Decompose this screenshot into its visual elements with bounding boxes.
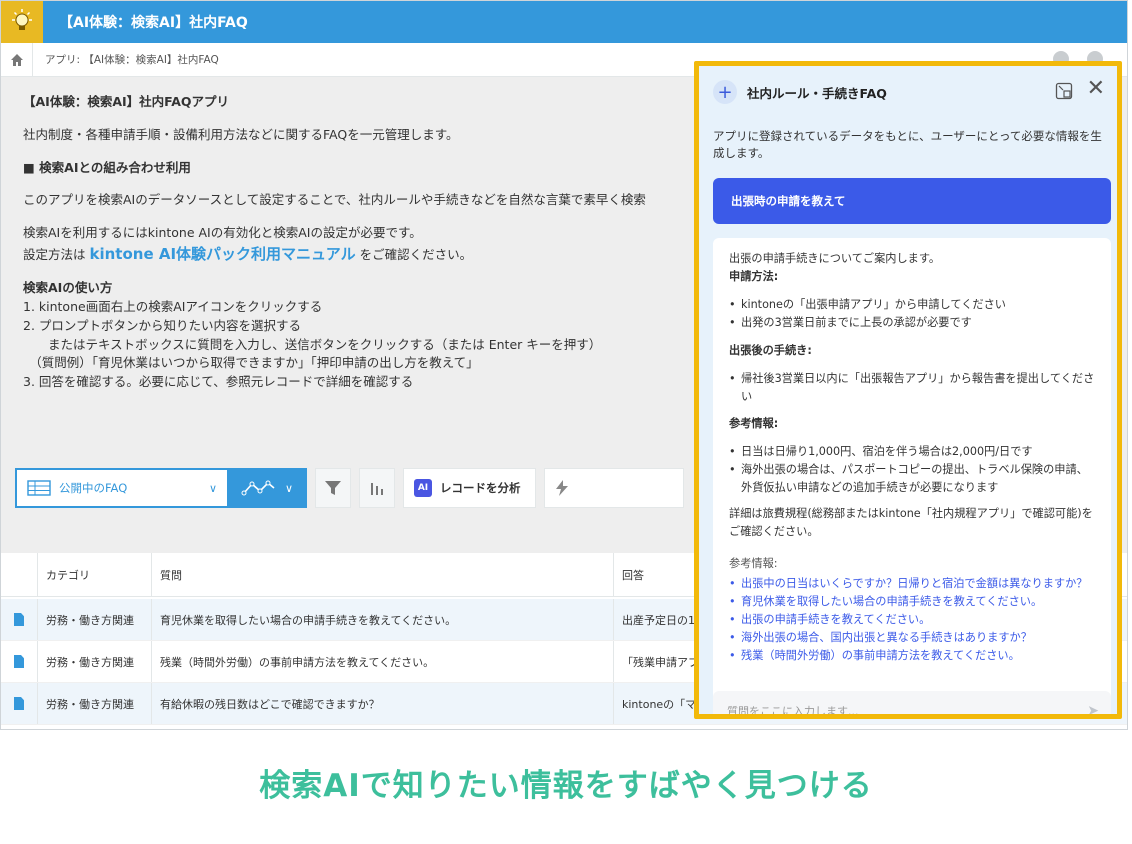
reference-link[interactable]: 出張の申請手続きを教えてください。: [729, 611, 1095, 629]
chat-header: + 社内ルール・手続きFAQ ✕: [699, 66, 1117, 118]
reference-list: 出張中の日当はいくらですか？日帰りと宿泊で金額は異なりますか？ 育児休業を取得し…: [729, 575, 1095, 665]
list-item: kintoneの「出張申請アプリ」から申請してください: [729, 296, 1095, 314]
filter-button[interactable]: [315, 468, 351, 508]
answer-lead: 出張の申請手続きについてご案内します。: [729, 252, 941, 265]
graph-button[interactable]: ∨: [227, 468, 307, 508]
record-detail-icon[interactable]: [14, 655, 24, 668]
analyze-records-button[interactable]: AI レコードを分析: [403, 468, 536, 508]
answer-heading: 出張後の手続き:: [729, 343, 812, 357]
table-view-icon: [27, 480, 51, 496]
list-toolbar: 公開中のFAQ ∨ ∨ AI レコードを分析: [15, 468, 684, 508]
analyze-records-label: レコードを分析: [440, 481, 521, 495]
reference-link[interactable]: 育児休業を取得したい場合の申請手続きを教えてください。: [729, 593, 1095, 611]
list-item: 出発の3営業日前までに上長の承認が必要です: [729, 314, 1095, 332]
chat-input[interactable]: 質問をここに入力します... ➤: [713, 691, 1111, 718]
bar-chart-icon: [371, 483, 383, 495]
cell-question: 残業（時間外労働）の事前申請方法を教えてください。: [151, 641, 613, 682]
user-message-bubble: 出張時の申請を教えて: [713, 178, 1111, 224]
chat-input-placeholder: 質問をここに入力します...: [727, 705, 859, 718]
column-header-category[interactable]: カテゴリ: [37, 553, 151, 596]
promo-caption: 検索AIで知りたい情報をすばやく見つける: [259, 768, 873, 804]
reference-heading: 参考情報:: [729, 556, 778, 570]
new-chat-plus-icon[interactable]: +: [713, 80, 737, 104]
usage-step: 1. kintone画面右上の検索AIアイコンをクリックする: [23, 299, 323, 314]
app-description: 【AI体験：検索AI】社内FAQアプリ 社内制度・各種申請手順・設備利用方法など…: [23, 93, 703, 392]
view-selector[interactable]: 公開中のFAQ ∨: [15, 468, 227, 508]
list-item: 帰社後3営業日以内に「出張報告アプリ」から報告書を提出してください: [729, 370, 1095, 406]
graph-icon: [241, 480, 275, 496]
title-bar: 【AI体験：検索AI】社内FAQ: [1, 1, 1127, 43]
description-summary: 社内制度・各種申請手順・設備利用方法などに関するFAQを一元管理します。: [23, 126, 459, 142]
send-icon[interactable]: ➤: [1087, 703, 1099, 714]
manual-line: 設定方法は kintone AI体験パック利用マニュアル をご確認ください。: [23, 243, 703, 266]
section-text: このアプリを検索AIのデータソースとして設定することで、社内ルールや手続きなどを…: [23, 192, 646, 208]
chevron-down-icon: ∨: [284, 481, 294, 495]
chat-title: 社内ルール・手続きFAQ: [747, 85, 887, 101]
cell-category: 労務・働き方関連: [37, 599, 151, 640]
column-header-question[interactable]: 質問: [151, 553, 613, 596]
kintone-app-window: 【AI体験：検索AI】社内FAQ アプリ: 【AI体験：検索AI】社内FAQ 【…: [0, 0, 1128, 730]
answer-list: kintoneの「出張申請アプリ」から申請してください 出発の3営業日前までに上…: [729, 296, 1095, 332]
section-heading: ■ 検索AIとの組み合わせ利用: [23, 159, 191, 175]
requirement-text: 検索AIを利用するにはkintone AIの有効化と検索AIの設定が必要です。: [23, 225, 422, 240]
chevron-down-icon: ∨: [208, 481, 217, 495]
answer-heading: 申請方法:: [729, 269, 779, 283]
usage-step: （質問例）「育児休業はいつから取得できますか」「押印申請の出し方を教えて」: [23, 355, 479, 371]
list-item: 日当は日帰り1,000円、宿泊を伴う場合は2,000円/日です: [729, 443, 1095, 461]
search-ai-chat-panel: + 社内ルール・手続きFAQ ✕ アプリに登録されているデータをもとに、ユーザー…: [694, 61, 1122, 719]
app-title: 【AI体験：検索AI】社内FAQ: [59, 15, 248, 31]
usage-step: 3. 回答を確認する。必要に応じて、参照元レコードで詳細を確認する: [23, 374, 414, 389]
manual-link[interactable]: kintone AI体験パック利用マニュアル: [90, 245, 356, 263]
cell-question: 有給休暇の残日数はどこで確認できますか？: [151, 683, 613, 724]
close-icon[interactable]: ✕: [1087, 78, 1105, 100]
description-title: 【AI体験：検索AI】社内FAQアプリ: [23, 94, 230, 109]
cell-category: 労務・働き方関連: [37, 641, 151, 682]
manual-suffix: をご確認ください。: [359, 246, 473, 262]
chat-intro-text: アプリに登録されているデータをもとに、ユーザーにとって必要な情報を生成します。: [713, 129, 1102, 161]
cell-category: 労務・働き方関連: [37, 683, 151, 724]
reference-link[interactable]: 残業（時間外労働）の事前申請方法を教えてください。: [729, 647, 1095, 665]
view-selector-label: 公開中のFAQ: [59, 481, 128, 495]
usage-step: 2. プロンプトボタンから知りたい内容を選択する: [23, 317, 302, 333]
answer-detail: 詳細は旅費規程(総務部またはkintone「社内規程アプリ」で確認可能)をご確認…: [729, 507, 1093, 539]
action-button[interactable]: [543, 468, 684, 508]
reference-link[interactable]: 出張中の日当はいくらですか？日帰りと宿泊で金額は異なりますか？: [729, 575, 1095, 593]
chart-button[interactable]: [359, 468, 395, 508]
usage-step: またはテキストボックスに質問を入力し、送信ボタンをクリックする（または Ente…: [23, 336, 602, 352]
answer-heading: 参考情報:: [729, 417, 779, 431]
lightning-icon: [555, 480, 568, 496]
record-detail-icon[interactable]: [14, 613, 24, 626]
answer-list: 日当は日帰り1,000円、宿泊を伴う場合は2,000円/日です 海外出張の場合は…: [729, 443, 1095, 497]
answer-list: 帰社後3営業日以内に「出張報告アプリ」から報告書を提出してください: [729, 370, 1095, 406]
record-detail-icon[interactable]: [14, 697, 24, 710]
home-icon[interactable]: [1, 42, 33, 77]
breadcrumb-app-link[interactable]: アプリ: 【AI体験：検索AI】社内FAQ: [45, 52, 219, 67]
list-item: 海外出張の場合は、パスポートコピーの提出、トラベル保険の申請、外貨仮払い申請など…: [729, 461, 1095, 497]
ai-answer-bubble: 出張の申請手続きについてご案内します。 申請方法: kintoneの「出張申請ア…: [713, 238, 1111, 714]
ai-icon: AI: [414, 479, 432, 497]
minimize-window-icon[interactable]: [1055, 82, 1073, 100]
usage-heading: 検索AIの使い方: [23, 280, 113, 296]
filter-icon: [325, 481, 341, 495]
cell-question: 育児休業を取得したい場合の申請手続きを教えてください。: [151, 599, 613, 640]
reference-link[interactable]: 海外出張の場合、国内出張と異なる手続きはありますか？: [729, 629, 1095, 647]
manual-prefix: 設定方法は: [23, 246, 86, 262]
app-lightbulb-icon[interactable]: [1, 1, 43, 43]
